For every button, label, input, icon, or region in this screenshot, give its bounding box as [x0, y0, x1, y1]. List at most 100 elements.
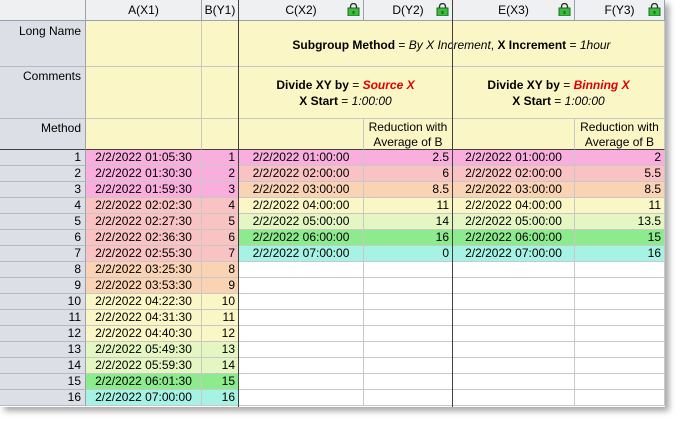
- cell-b[interactable]: 14: [202, 358, 239, 374]
- row-number[interactable]: 3: [0, 182, 86, 198]
- lock-icon[interactable]: [558, 3, 571, 16]
- corner-select-all[interactable]: [0, 0, 86, 20]
- row-label-comments[interactable]: Comments: [0, 67, 86, 119]
- cell-e[interactable]: [453, 262, 575, 278]
- cell-b[interactable]: 12: [202, 326, 239, 342]
- cell-e[interactable]: 2/2/2022 05:00:00: [453, 214, 575, 230]
- lock-icon[interactable]: [436, 3, 449, 16]
- cell-a[interactable]: 2/2/2022 04:22:30: [86, 294, 202, 310]
- method-cell-e[interactable]: [453, 119, 575, 150]
- method-cell-d[interactable]: Reduction with Average of B: [364, 119, 453, 150]
- cell-a[interactable]: 2/2/2022 05:59:30: [86, 358, 202, 374]
- comments-cell-e[interactable]: Divide XY by = Binning X X Start = 1:00:…: [453, 67, 665, 119]
- cell-f[interactable]: [575, 278, 665, 294]
- method-cell-b[interactable]: [202, 119, 239, 150]
- cell-c[interactable]: [239, 358, 364, 374]
- row-number[interactable]: 11: [0, 310, 86, 326]
- lock-icon[interactable]: [648, 3, 661, 16]
- cell-c[interactable]: [239, 294, 364, 310]
- cell-d[interactable]: [364, 262, 453, 278]
- cell-c[interactable]: 2/2/2022 05:00:00: [239, 214, 364, 230]
- cell-e[interactable]: [453, 374, 575, 390]
- cell-d[interactable]: [364, 374, 453, 390]
- row-number[interactable]: 13: [0, 342, 86, 358]
- cell-c[interactable]: [239, 262, 364, 278]
- cell-f[interactable]: 15: [575, 230, 665, 246]
- row-label-method[interactable]: Method: [0, 119, 86, 150]
- cell-a[interactable]: 2/2/2022 03:53:30: [86, 278, 202, 294]
- cell-c[interactable]: 2/2/2022 02:00:00: [239, 166, 364, 182]
- cell-a[interactable]: 2/2/2022 03:25:30: [86, 262, 202, 278]
- cell-a[interactable]: 2/2/2022 02:36:30: [86, 230, 202, 246]
- cell-e[interactable]: 2/2/2022 07:00:00: [453, 246, 575, 262]
- cell-b[interactable]: 10: [202, 294, 239, 310]
- cell-c[interactable]: 2/2/2022 03:00:00: [239, 182, 364, 198]
- cell-b[interactable]: 7: [202, 246, 239, 262]
- cell-c[interactable]: [239, 326, 364, 342]
- cell-a[interactable]: 2/2/2022 02:55:30: [86, 246, 202, 262]
- row-number[interactable]: 2: [0, 166, 86, 182]
- row-number[interactable]: 4: [0, 198, 86, 214]
- cell-c[interactable]: 2/2/2022 06:00:00: [239, 230, 364, 246]
- cell-f[interactable]: [575, 390, 665, 406]
- long-name-cell-a[interactable]: [86, 21, 202, 67]
- cell-b[interactable]: 1: [202, 150, 239, 166]
- cell-e[interactable]: [453, 310, 575, 326]
- cell-c[interactable]: [239, 390, 364, 406]
- cell-e[interactable]: 2/2/2022 01:00:00: [453, 150, 575, 166]
- cell-e[interactable]: [453, 278, 575, 294]
- long-name-cell-b[interactable]: [202, 21, 239, 67]
- cell-b[interactable]: 2: [202, 166, 239, 182]
- cell-d[interactable]: 2.5: [364, 150, 453, 166]
- cell-d[interactable]: 14: [364, 214, 453, 230]
- row-number[interactable]: 10: [0, 294, 86, 310]
- cell-a[interactable]: 2/2/2022 04:31:30: [86, 310, 202, 326]
- cell-d[interactable]: 6: [364, 166, 453, 182]
- row-number[interactable]: 15: [0, 374, 86, 390]
- cell-b[interactable]: 6: [202, 230, 239, 246]
- cell-d[interactable]: [364, 358, 453, 374]
- cell-b[interactable]: 9: [202, 278, 239, 294]
- cell-b[interactable]: 11: [202, 310, 239, 326]
- cell-a[interactable]: 2/2/2022 01:05:30: [86, 150, 202, 166]
- cell-b[interactable]: 16: [202, 390, 239, 406]
- row-number[interactable]: 1: [0, 150, 86, 166]
- row-number[interactable]: 7: [0, 246, 86, 262]
- cell-f[interactable]: 5.5: [575, 166, 665, 182]
- cell-c[interactable]: 2/2/2022 07:00:00: [239, 246, 364, 262]
- comments-cell-c[interactable]: Divide XY by = Source X X Start = 1:00:0…: [239, 67, 453, 119]
- cell-f[interactable]: [575, 310, 665, 326]
- cell-f[interactable]: 8.5: [575, 182, 665, 198]
- cell-d[interactable]: [364, 310, 453, 326]
- row-number[interactable]: 12: [0, 326, 86, 342]
- cell-c[interactable]: 2/2/2022 04:00:00: [239, 198, 364, 214]
- cell-e[interactable]: 2/2/2022 02:00:00: [453, 166, 575, 182]
- method-cell-a[interactable]: [86, 119, 202, 150]
- cell-a[interactable]: 2/2/2022 02:27:30: [86, 214, 202, 230]
- cell-d[interactable]: 8.5: [364, 182, 453, 198]
- cell-a[interactable]: 2/2/2022 07:00:00: [86, 390, 202, 406]
- cell-b[interactable]: 8: [202, 262, 239, 278]
- column-header-c[interactable]: C(X2): [239, 0, 364, 20]
- cell-f[interactable]: 16: [575, 246, 665, 262]
- column-header-d[interactable]: D(Y2): [364, 0, 453, 20]
- cell-c[interactable]: [239, 278, 364, 294]
- cell-f[interactable]: [575, 262, 665, 278]
- row-number[interactable]: 14: [0, 358, 86, 374]
- comments-cell-a[interactable]: [86, 67, 202, 119]
- cell-e[interactable]: 2/2/2022 06:00:00: [453, 230, 575, 246]
- cell-a[interactable]: 2/2/2022 02:02:30: [86, 198, 202, 214]
- cell-d[interactable]: 11: [364, 198, 453, 214]
- row-number[interactable]: 6: [0, 230, 86, 246]
- row-number[interactable]: 8: [0, 262, 86, 278]
- cell-b[interactable]: 13: [202, 342, 239, 358]
- cell-f[interactable]: [575, 342, 665, 358]
- cell-a[interactable]: 2/2/2022 01:30:30: [86, 166, 202, 182]
- cell-f[interactable]: 13.5: [575, 214, 665, 230]
- cell-f[interactable]: 2: [575, 150, 665, 166]
- cell-a[interactable]: 2/2/2022 05:49:30: [86, 342, 202, 358]
- column-header-b[interactable]: B(Y1): [202, 0, 239, 20]
- cell-e[interactable]: 2/2/2022 04:00:00: [453, 198, 575, 214]
- row-number[interactable]: 5: [0, 214, 86, 230]
- cell-b[interactable]: 4: [202, 198, 239, 214]
